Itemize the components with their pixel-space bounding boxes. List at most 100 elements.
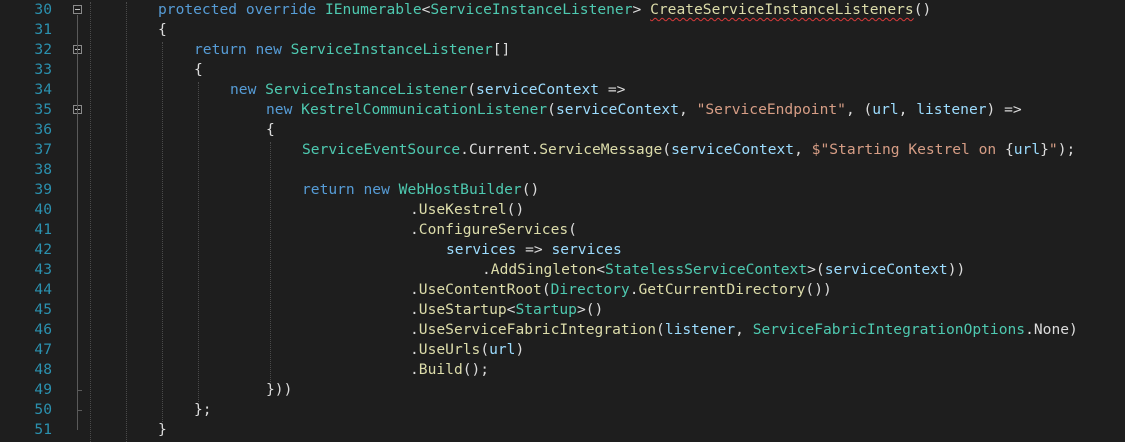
code-token: . — [410, 301, 419, 318]
code-token: () — [506, 201, 525, 218]
line-number: 36 — [34, 121, 52, 138]
code-token: AddSingleton — [490, 261, 597, 278]
code-line[interactable]: .UseUrls(url) — [410, 340, 524, 360]
code-line[interactable]: new ServiceInstanceListener(serviceConte… — [230, 80, 625, 100]
code-line[interactable]: }; — [194, 400, 212, 420]
code-token: > — [632, 1, 651, 18]
code-token: () — [913, 1, 932, 18]
code-line[interactable]: { — [266, 120, 275, 140]
line-number: 37 — [34, 141, 52, 158]
code-token: None — [1033, 321, 1070, 338]
code-line[interactable]: ServiceEventSource.Current.ServiceMessag… — [302, 140, 1075, 160]
code-token: Build — [418, 361, 463, 378]
code-token: $"Starting Kestrel on — [811, 141, 1005, 158]
code-token: ( — [467, 81, 477, 98]
line-number: 47 — [34, 341, 52, 358]
code-token: } — [1040, 141, 1049, 158]
code-token: serviceContext — [555, 101, 679, 118]
code-token: ()) — [805, 281, 832, 298]
code-line[interactable]: services => services — [446, 240, 622, 260]
line-number: 49 — [34, 381, 52, 398]
code-line[interactable]: return new ServiceInstanceListener[] — [194, 40, 510, 60]
code-token: { — [266, 121, 275, 138]
indent-guide — [162, 42, 163, 422]
code-token: { — [1004, 141, 1014, 158]
code-token: , — [678, 101, 697, 118]
code-token: serviceContext — [671, 141, 795, 158]
code-token: ( — [541, 281, 551, 298]
code-token: })) — [266, 381, 293, 398]
code-token: new — [255, 41, 282, 58]
code-line[interactable]: { — [194, 60, 203, 80]
line-number: 44 — [34, 281, 52, 298]
code-token: url — [489, 341, 516, 358]
code-line[interactable]: .UseServiceFabricIntegration(listener, S… — [410, 320, 1078, 340]
code-token: )) — [947, 261, 966, 278]
code-token: . — [460, 141, 469, 158]
code-line[interactable]: .UseContentRoot(Directory.GetCurrentDire… — [410, 280, 832, 300]
code-editor[interactable]: 30 31 32 33 34 35 36 37 38 39 40 41 42 43 44 45 46 47 48 49… — [0, 0, 1125, 442]
line-number: 39 — [34, 181, 52, 198]
code-token: UseKestrel — [418, 201, 507, 218]
code-token: < — [596, 261, 606, 278]
code-token: { — [194, 61, 203, 78]
code-token: ( — [547, 101, 556, 118]
code-line[interactable]: .Build(); — [410, 360, 489, 380]
code-token: override — [245, 1, 317, 18]
indent-guide — [270, 142, 271, 382]
code-token: url — [872, 101, 899, 118]
code-line[interactable]: return new WebHostBuilder() — [302, 180, 539, 200]
code-token: ConfigureServices — [418, 221, 569, 238]
code-line[interactable]: new KestrelCommunicationListener(service… — [266, 100, 1022, 120]
code-token: services — [551, 241, 622, 258]
code-token: } — [158, 421, 167, 438]
code-line[interactable]: .UseStartup<Startup>() — [410, 300, 603, 320]
fold-end-marker — [77, 390, 82, 391]
code-token: services — [446, 241, 517, 258]
code-token: >( — [807, 261, 825, 278]
code-line[interactable]: { — [158, 20, 167, 40]
line-number: 41 — [34, 221, 52, 238]
code-token: return — [302, 181, 355, 198]
line-number: 31 — [34, 21, 52, 38]
code-token: protected — [158, 1, 238, 18]
code-token: "ServiceEndpoint" — [696, 101, 846, 118]
code-token: ) => — [986, 101, 1022, 118]
code-token: ( — [656, 321, 665, 338]
fold-end-marker — [77, 410, 82, 411]
code-token: ServiceEventSource — [302, 141, 461, 158]
code-token: IEnumerable — [324, 1, 422, 18]
code-token: GetCurrentDirectory — [638, 281, 806, 298]
code-token: listener — [664, 321, 736, 338]
line-number: 42 — [34, 241, 52, 258]
code-token: . — [410, 341, 419, 358]
code-token: Directory — [550, 281, 630, 298]
code-line[interactable]: })) — [266, 380, 292, 400]
code-token: , — [794, 141, 812, 158]
code-line[interactable]: protected override IEnumerable<ServiceIn… — [158, 0, 931, 20]
code-token: . — [410, 281, 419, 298]
line-number: 48 — [34, 361, 52, 378]
code-token: , — [898, 101, 917, 118]
code-line[interactable]: .AddSingleton<StatelessServiceContext>(s… — [482, 260, 965, 280]
line-number: 33 — [34, 61, 52, 78]
line-number: 46 — [34, 321, 52, 338]
collapse-icon[interactable] — [73, 5, 82, 14]
line-number: 51 — [34, 421, 52, 438]
line-number: 50 — [34, 401, 52, 418]
code-token: () — [521, 181, 540, 198]
code-token: " — [1048, 141, 1058, 158]
code-token: new — [230, 81, 257, 98]
indent-guide — [198, 82, 199, 402]
code-line[interactable]: .ConfigureServices( — [410, 220, 577, 240]
line-number: 45 — [34, 301, 52, 318]
code-line[interactable]: .UseKestrel() — [410, 200, 524, 220]
code-token: ServiceMessage — [539, 141, 663, 158]
code-line[interactable]: } — [158, 420, 167, 440]
code-token: ) — [515, 341, 525, 358]
line-number: 38 — [34, 161, 52, 178]
